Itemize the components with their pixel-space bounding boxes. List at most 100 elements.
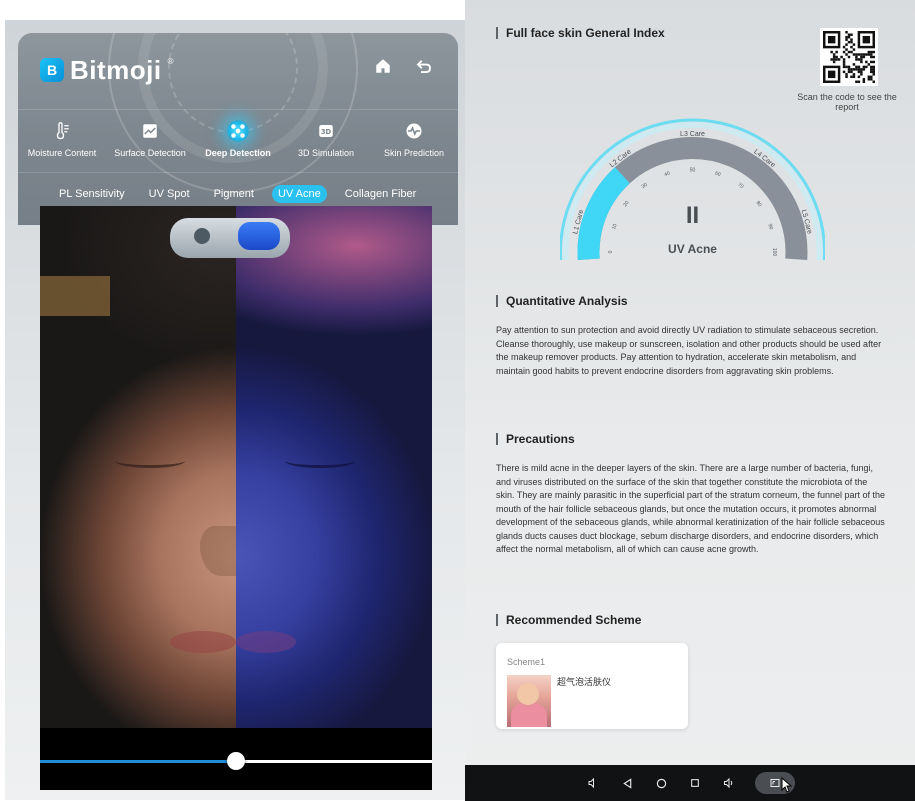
qr-module [852, 75, 856, 79]
recents-square-icon[interactable] [687, 775, 703, 791]
photo-detail [170, 631, 236, 653]
subtab-pl-sensitivity[interactable]: PL Sensitivity [53, 185, 131, 203]
title-bar [496, 295, 498, 307]
qr-module [862, 80, 866, 83]
qr-module [870, 78, 873, 81]
qr-module [842, 58, 846, 61]
qr-module [867, 78, 871, 81]
qr-module [847, 68, 851, 71]
thermometer-icon [51, 120, 73, 142]
precautions-title: Precautions [496, 432, 575, 446]
system-nav-bar [465, 765, 915, 801]
qr-module [857, 65, 861, 69]
qr-module [862, 65, 866, 69]
qr-module [857, 75, 861, 79]
qr-module [855, 65, 858, 69]
qr-module [830, 50, 833, 54]
qr-module [850, 68, 853, 71]
qr-module [850, 38, 853, 41]
gauge-tick-label: 30 [640, 182, 648, 190]
qr-module [852, 73, 856, 76]
section-title: Recommended Scheme [506, 613, 642, 627]
qr-module [840, 55, 843, 59]
qr-module [850, 75, 853, 79]
qr-module [850, 70, 853, 74]
title-bar [496, 27, 498, 39]
qr-module [845, 48, 848, 51]
home-circle-icon[interactable] [653, 775, 669, 791]
gauge-score: II [685, 202, 700, 229]
qr-module [872, 68, 875, 71]
gauge-tick-label: 60 [714, 171, 721, 178]
qr-module [867, 75, 871, 79]
qr-module [865, 60, 868, 64]
qr-module [855, 68, 858, 71]
back-triangle-icon[interactable] [619, 775, 635, 791]
qr-module [857, 53, 861, 56]
volume-down-icon[interactable] [585, 775, 601, 791]
qr-finder [827, 70, 836, 79]
scheme-card[interactable]: Scheme1 超气泡活肤仪 [496, 643, 688, 729]
qr-module [870, 68, 873, 71]
tab-label: Surface Detection [114, 148, 186, 158]
back-icon[interactable] [411, 53, 437, 79]
gauge-tick-label: 50 [690, 167, 696, 173]
photo-detail [40, 276, 110, 316]
qr-module [860, 53, 863, 56]
photo-detail [285, 454, 355, 468]
divider [18, 172, 458, 173]
qr-module [845, 38, 848, 41]
qr-module [862, 53, 866, 56]
qr-module [847, 33, 851, 36]
molecule-icon [227, 120, 249, 142]
product-name: 超气泡活肤仪 [557, 677, 612, 687]
qr-module [870, 70, 873, 74]
slider-fill [40, 760, 236, 763]
qr-module [850, 50, 853, 54]
subtab-pigment[interactable]: Pigment [208, 185, 260, 203]
gauge-tick-label: 70 [736, 182, 744, 190]
tab-moisture-content[interactable]: Moisture Content [18, 116, 106, 172]
tab-deep-detection[interactable]: Deep Detection [194, 116, 282, 172]
qr-module [832, 55, 836, 59]
qr-module [842, 70, 846, 74]
face-comparison-image[interactable] [40, 206, 432, 728]
qr-module [872, 80, 875, 83]
qr-module [850, 33, 853, 36]
compare-slider[interactable] [40, 728, 432, 790]
title-bar [496, 433, 498, 445]
qr-module [867, 50, 871, 54]
qr-module [862, 68, 866, 71]
qr-module [847, 50, 851, 54]
qr-module [860, 70, 863, 74]
tab-3d-simulation[interactable]: 3D 3D Simulation [282, 116, 370, 172]
quantitative-analysis-text: Pay attention to sun protection and avoi… [496, 325, 882, 376]
precautions-text: There is mild acne in the deeper layers … [496, 463, 886, 554]
qr-module [837, 58, 841, 61]
qr-module [847, 40, 851, 44]
home-icon[interactable] [370, 53, 396, 79]
qr-module [872, 73, 875, 76]
qr-module [855, 55, 858, 59]
device-lens [194, 228, 210, 244]
qr-module [870, 65, 873, 69]
slider-thumb[interactable] [227, 752, 245, 770]
gauge-tick-label: 40 [664, 171, 671, 178]
qr-module [852, 63, 856, 66]
subtab-collagen-fiber[interactable]: Collagen Fiber [339, 185, 423, 203]
volume-up-icon[interactable] [721, 775, 737, 791]
qr-module [865, 53, 868, 56]
qr-module [857, 68, 861, 71]
qr-module [870, 53, 873, 56]
subtab-uv-acne[interactable]: UV Acne [271, 185, 327, 203]
divider [18, 109, 458, 110]
tab-surface-detection[interactable]: Surface Detection [106, 116, 194, 172]
device-light [238, 222, 280, 250]
tab-skin-prediction[interactable]: Skin Prediction [370, 116, 458, 172]
qr-module [835, 55, 838, 59]
tab-label: 3D Simulation [297, 148, 355, 158]
app-root: B Bitmoji ® Moisture Content Surface Det… [0, 0, 915, 801]
qr-module [860, 60, 863, 64]
subtab-uv-spot[interactable]: UV Spot [143, 185, 196, 203]
sub-tabs: PL Sensitivity UV Spot Pigment UV Acne C… [53, 183, 434, 205]
